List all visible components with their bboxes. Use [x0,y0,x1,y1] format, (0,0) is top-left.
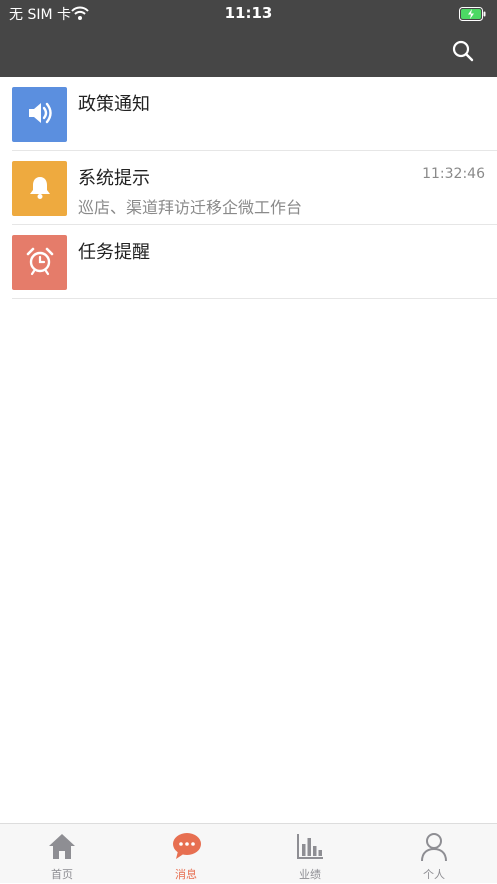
task-icon-tile [12,235,67,290]
system-icon-tile [12,161,67,216]
tab-label: 首页 [51,868,73,881]
alarm-clock-icon [25,246,55,280]
tab-performance[interactable]: 业绩 [248,824,372,884]
message-title: 系统提示 [78,168,150,189]
message-title: 政策通知 [78,94,150,115]
chat-bubble-icon [173,833,201,859]
home-icon [49,834,75,859]
speaker-icon [25,98,55,132]
tab-label: 个人 [423,868,445,881]
policy-icon-tile [12,87,67,142]
message-title: 任务提醒 [78,242,150,263]
divider [12,298,497,299]
nav-bar [0,26,497,77]
bell-icon [27,174,53,204]
message-subtitle: 巡店、渠道拜访迁移企微工作台 [78,198,303,217]
message-list: 政策通知 系统提示 巡店、渠道拜访迁移企微工作台 11:32:46 任务提醒 [0,77,497,299]
message-row-policy[interactable]: 政策通知 [0,77,497,151]
message-row-task[interactable]: 任务提醒 [0,225,497,299]
battery-charging-icon [459,6,487,25]
tab-profile[interactable]: 个人 [372,824,496,884]
message-time: 11:32:46 [422,166,485,182]
bar-chart-icon [297,834,323,859]
tab-messages[interactable]: 消息 [124,824,248,884]
person-icon [421,833,447,862]
tab-home[interactable]: 首页 [0,824,124,884]
search-icon[interactable] [451,39,475,63]
tab-label: 消息 [175,868,197,881]
tab-bar: 首页 消息 业绩 个人 [0,823,497,883]
clock: 11:13 [224,4,273,22]
tab-label: 业绩 [299,868,321,881]
message-row-system[interactable]: 系统提示 巡店、渠道拜访迁移企微工作台 11:32:46 [0,151,497,225]
status-bar: 无 SIM 卡 11:13 [0,0,497,26]
